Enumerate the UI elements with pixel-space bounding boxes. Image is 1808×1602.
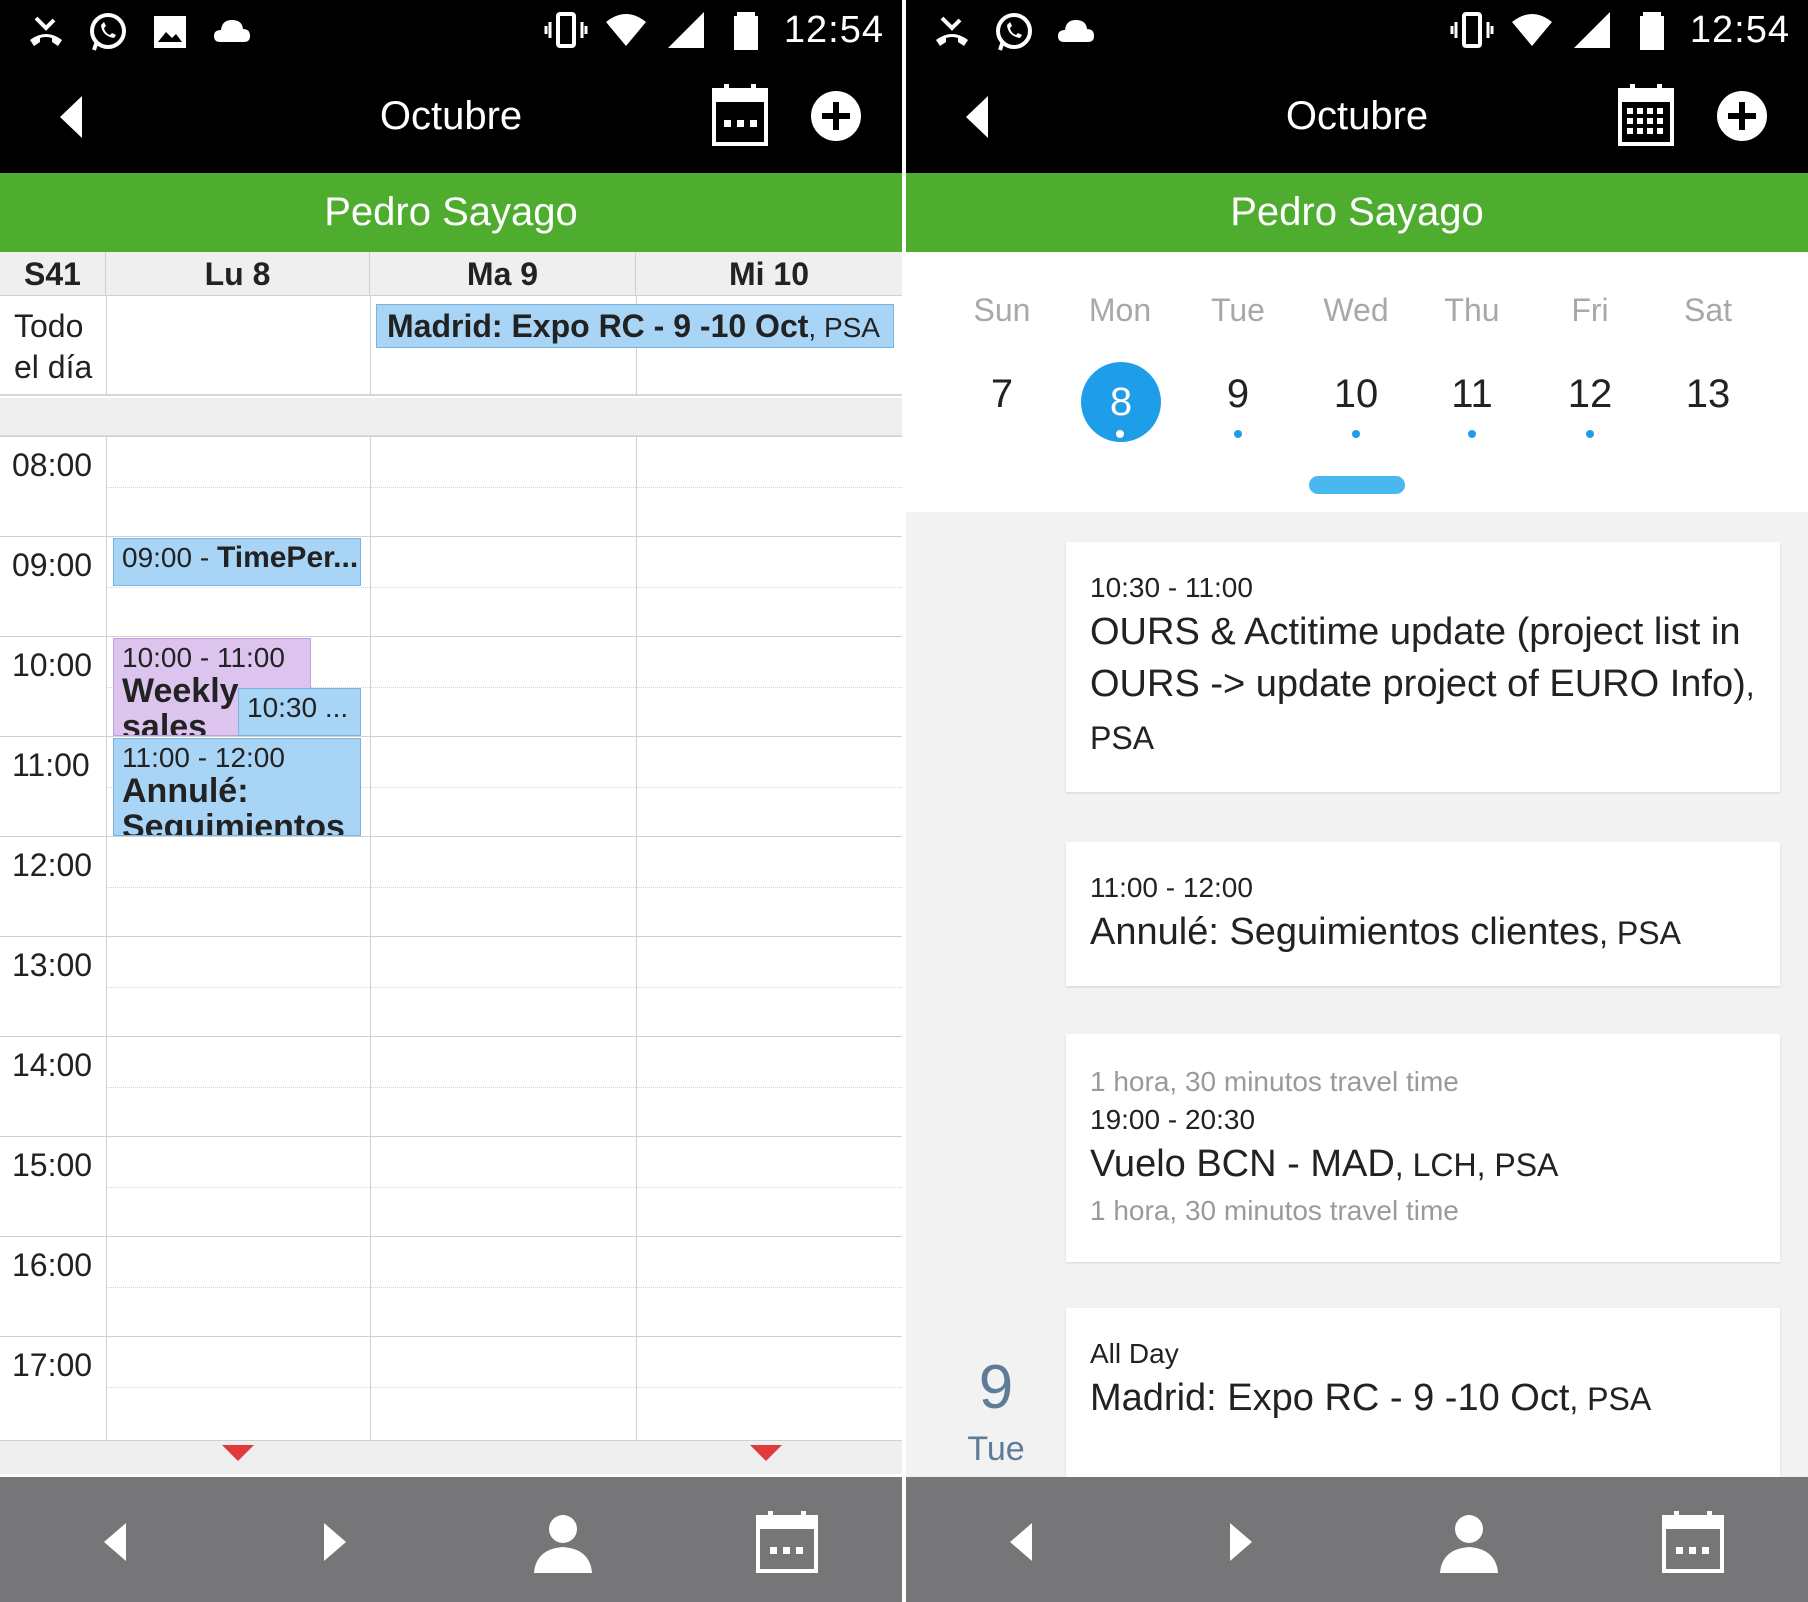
status-time: 12:54 <box>1689 8 1790 51</box>
user-icon[interactable] <box>528 1507 598 1577</box>
user-name-bar[interactable]: Pedro Sayago <box>0 173 902 252</box>
event-seguimientos[interactable]: 11:00 - 12:00 Annulé: Seguimientos <box>113 738 361 836</box>
event-timeper[interactable]: 09:00 - TimePer... <box>113 538 361 586</box>
week-view-screen: 12:54 Octubre Pedro Sayago S41 Lu 8 Ma 9… <box>0 0 902 1602</box>
event-dot <box>1586 430 1594 438</box>
next-button[interactable] <box>300 1507 370 1577</box>
more-events-indicator-icon[interactable] <box>222 1445 254 1461</box>
section-day-number: 9 <box>978 1353 1014 1422</box>
event-dot <box>1116 430 1124 438</box>
dow-thu: Thu <box>1444 292 1500 328</box>
event-dot <box>1468 430 1476 438</box>
app-bar: Octubre <box>0 62 902 173</box>
previous-button[interactable] <box>80 1507 150 1577</box>
vibrate-icon <box>544 12 588 48</box>
cloud-icon <box>214 20 250 42</box>
date-11[interactable]: 11 <box>1422 372 1522 417</box>
event-1030[interactable]: 10:30 ... <box>238 688 361 736</box>
event-dot <box>1234 430 1242 438</box>
next-button[interactable] <box>1206 1507 1276 1577</box>
previous-button[interactable] <box>986 1507 1056 1577</box>
date-9[interactable]: 9 <box>1188 372 1288 417</box>
status-bar: 12:54 <box>906 0 1808 62</box>
agenda-list[interactable]: 10:30 - 11:00 OURS & Actitime update (pr… <box>906 512 1808 1477</box>
agenda-card[interactable]: 10:30 - 11:00 OURS & Actitime update (pr… <box>1066 542 1780 792</box>
week-number: S41 <box>0 252 106 296</box>
all-day-divider <box>0 398 902 436</box>
whatsapp-icon <box>90 13 126 51</box>
agenda-card[interactable]: 11:00 - 12:00 Annulé: Seguimientos clien… <box>1066 842 1780 986</box>
section-day-name: Tue <box>967 1430 1025 1468</box>
user-icon[interactable] <box>1434 1507 1504 1577</box>
hour-row: 17:00 <box>0 1336 902 1436</box>
grid-footer <box>0 1440 902 1474</box>
hour-row: 15:00 <box>0 1136 902 1236</box>
hour-row: 16:00 <box>0 1236 902 1336</box>
signal-icon <box>667 12 704 48</box>
hour-row: 08:00 <box>0 436 902 536</box>
day-header-tue[interactable]: Ma 9 <box>370 252 636 296</box>
wifi-icon <box>1511 14 1552 46</box>
dow-wed: Wed <box>1323 292 1389 328</box>
battery-icon <box>1639 12 1664 50</box>
all-day-label: Todo el día <box>14 308 93 385</box>
dow-tue: Tue <box>1211 292 1265 328</box>
add-event-button[interactable] <box>1716 90 1768 142</box>
all-day-event[interactable]: Madrid: Expo RC - 9 -10 Oct, PSA <box>376 304 894 348</box>
date-13[interactable]: 13 <box>1658 372 1758 417</box>
time-grid[interactable]: 08:00 09:00 10:00 11:00 12:00 13:00 14:0… <box>0 436 902 1440</box>
user-name-bar[interactable]: Pedro Sayago <box>906 173 1808 252</box>
today-calendar-icon[interactable] <box>752 1507 822 1577</box>
week-header: S41 Lu 8 Ma 9 Mi 10 <box>0 252 902 296</box>
dow-sun: Sun <box>973 292 1031 328</box>
dow-sat: Sat <box>1683 292 1733 328</box>
calendar-month-view-button[interactable] <box>1616 82 1676 148</box>
week-drag-handle[interactable] <box>1309 476 1405 494</box>
more-events-indicator-icon[interactable] <box>750 1445 782 1461</box>
calendar-view-button[interactable] <box>710 82 770 148</box>
status-bar: 12:54 <box>0 0 902 62</box>
agenda-view-screen: 12:54 Octubre Pedro Sayago Sun Mon Tue W… <box>906 0 1808 1602</box>
app-bar: Octubre <box>906 62 1808 173</box>
status-time: 12:54 <box>783 8 884 51</box>
today-calendar-icon[interactable] <box>1658 1507 1728 1577</box>
event-dot <box>1352 430 1360 438</box>
bottom-nav <box>906 1477 1808 1602</box>
hour-row: 12:00 <box>0 836 902 936</box>
date-12[interactable]: 12 <box>1540 372 1640 417</box>
all-day-row: Todo el día Madrid: Expo RC - 9 -10 Oct,… <box>0 296 902 396</box>
week-date-strip: Sun Mon Tue Wed Thu Fri Sat 7 8 9 10 11 … <box>906 252 1808 512</box>
hour-row: 14:00 <box>0 1036 902 1136</box>
dow-fri: Fri <box>1571 292 1609 328</box>
agenda-card[interactable]: 1 hora, 30 minutos travel time 19:00 - 2… <box>1066 1034 1780 1262</box>
signal-icon <box>1573 12 1610 48</box>
missed-call-icon <box>936 16 968 46</box>
date-10[interactable]: 10 <box>1306 372 1406 417</box>
agenda-card[interactable]: All Day Madrid: Expo RC - 9 -10 Oct, PSA <box>1066 1308 1780 1477</box>
wifi-icon <box>605 14 646 46</box>
whatsapp-icon <box>996 13 1032 51</box>
image-icon <box>154 16 186 48</box>
day-header-mon[interactable]: Lu 8 <box>106 252 370 296</box>
hour-row: 13:00 <box>0 936 902 1036</box>
date-7[interactable]: 7 <box>952 372 1052 417</box>
battery-icon <box>733 12 758 50</box>
vibrate-icon <box>1450 12 1494 48</box>
cloud-icon <box>1058 20 1094 42</box>
add-event-button[interactable] <box>810 90 862 142</box>
missed-call-icon <box>30 16 62 46</box>
bottom-nav <box>0 1477 902 1602</box>
dow-mon: Mon <box>1088 292 1152 328</box>
day-header-wed[interactable]: Mi 10 <box>636 252 902 296</box>
